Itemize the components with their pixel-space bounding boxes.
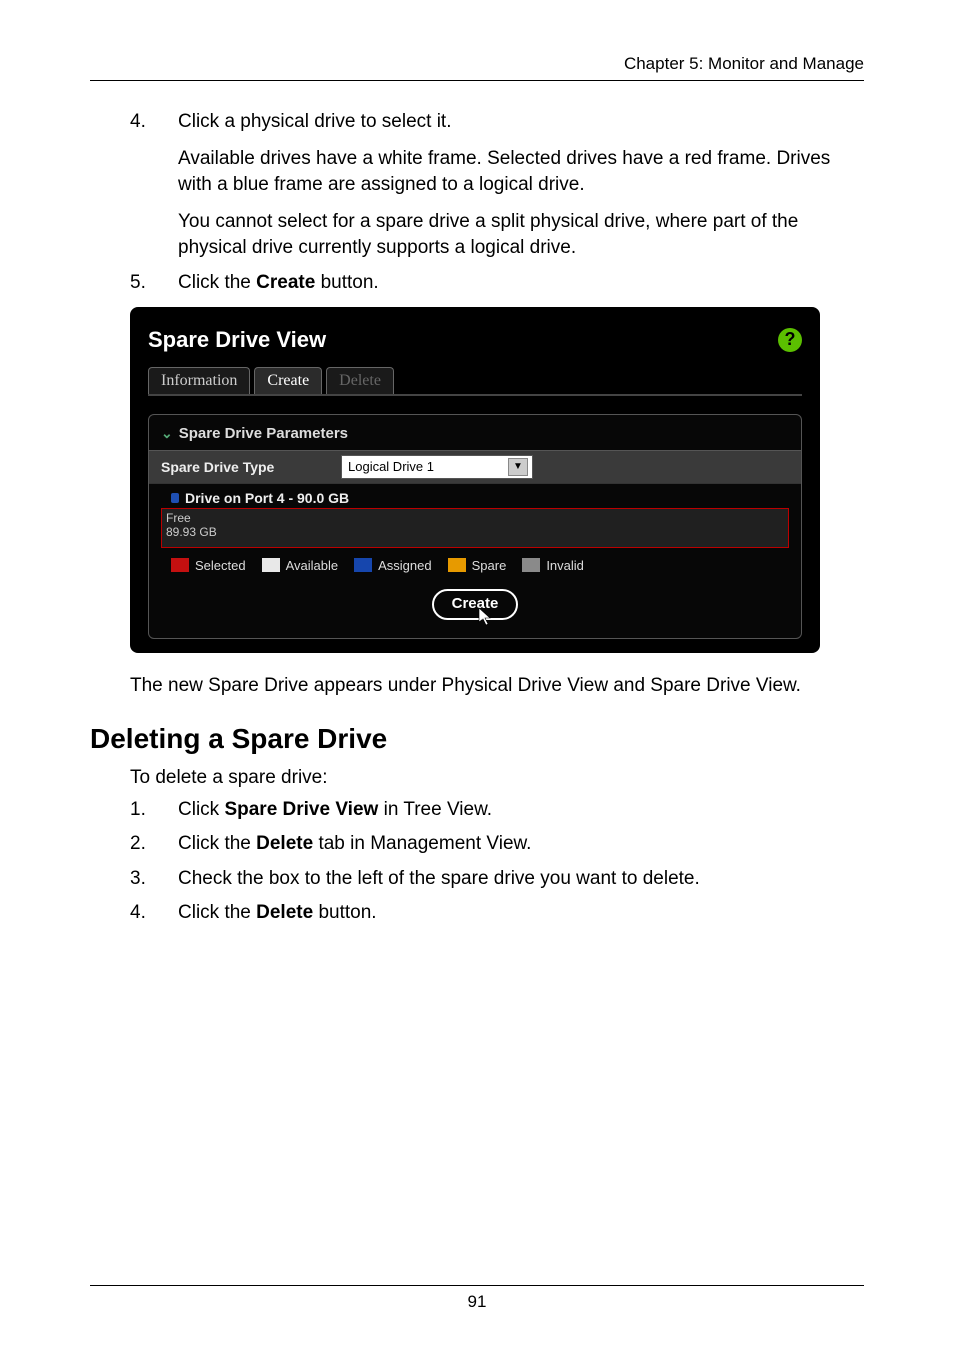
- header-rule: [90, 80, 864, 81]
- step-text: Available drives have a white frame. Sel…: [178, 146, 864, 199]
- legend-available: Available: [262, 558, 339, 573]
- step-number: 1.: [130, 797, 154, 824]
- drive-icon: [171, 493, 179, 503]
- create-button[interactable]: Create: [432, 589, 519, 620]
- step-b-1: 1. Click Spare Drive View in Tree View.: [130, 797, 864, 824]
- step-text: Check the box to the left of the spare d…: [178, 866, 700, 893]
- legend: Selected Available Assigned Spare Invali…: [149, 548, 801, 573]
- swatch-selected: [171, 558, 189, 572]
- step-list-a: 4. Click a physical drive to select it. …: [130, 109, 864, 297]
- drive-port-label: Drive on Port 4 - 90.0 GB: [185, 490, 349, 506]
- spare-drive-type-select[interactable]: Logical Drive 1 ▼: [341, 455, 533, 479]
- swatch-invalid: [522, 558, 540, 572]
- spare-drive-view-screenshot: Spare Drive View ? Information Create De…: [130, 307, 820, 653]
- free-line1: Free: [166, 511, 784, 525]
- panel-heading-label: Spare Drive Parameters: [179, 425, 348, 442]
- caption-text: The new Spare Drive appears under Physic…: [130, 675, 864, 697]
- view-title: Spare Drive View: [148, 327, 326, 353]
- legend-selected: Selected: [171, 558, 246, 573]
- legend-spare: Spare: [448, 558, 507, 573]
- chevron-down-icon: ⌄: [161, 425, 173, 442]
- step-number: 4.: [130, 900, 154, 927]
- drive-port-caption: Drive on Port 4 - 90.0 GB: [149, 484, 801, 506]
- step-a-5: 5. Click the Create button.: [130, 270, 864, 297]
- free-line2: 89.93 GB: [166, 525, 784, 539]
- tabstrip: Information Create Delete: [148, 367, 802, 396]
- legend-label: Available: [286, 558, 339, 573]
- step-text: Click a physical drive to select it.: [178, 109, 864, 136]
- swatch-assigned: [354, 558, 372, 572]
- step-b-2: 2. Click the Delete tab in Management Vi…: [130, 831, 864, 858]
- step-number: 3.: [130, 866, 154, 893]
- step-text: Click the Create button.: [178, 270, 379, 297]
- step-a-4: 4. Click a physical drive to select it. …: [130, 109, 864, 262]
- legend-label: Selected: [195, 558, 246, 573]
- help-icon[interactable]: ?: [778, 328, 802, 352]
- cursor-icon: [478, 607, 494, 627]
- section-heading: Deleting a Spare Drive: [90, 723, 864, 755]
- step-list-b: 1. Click Spare Drive View in Tree View. …: [130, 797, 864, 927]
- tab-delete: Delete: [326, 367, 394, 394]
- footer-rule: [90, 1285, 864, 1286]
- step-b-3: 3. Check the box to the left of the spar…: [130, 866, 864, 893]
- step-text: You cannot select for a spare drive a sp…: [178, 209, 864, 262]
- legend-invalid: Invalid: [522, 558, 584, 573]
- tab-information[interactable]: Information: [148, 367, 250, 394]
- step-number: 5.: [130, 270, 154, 297]
- drive-free-block[interactable]: Free 89.93 GB: [161, 508, 789, 548]
- step-text: Click Spare Drive View in Tree View.: [178, 797, 492, 824]
- dropdown-arrow-icon[interactable]: ▼: [508, 458, 528, 476]
- delete-intro: To delete a spare drive:: [130, 767, 864, 789]
- swatch-spare: [448, 558, 466, 572]
- parameters-panel: ⌄ Spare Drive Parameters Spare Drive Typ…: [148, 414, 802, 639]
- step-text: Click the Delete button.: [178, 900, 377, 927]
- step-number: 2.: [130, 831, 154, 858]
- legend-assigned: Assigned: [354, 558, 431, 573]
- step-number: 4.: [130, 109, 154, 262]
- tab-create[interactable]: Create: [254, 367, 322, 394]
- param-label: Spare Drive Type: [161, 459, 341, 475]
- legend-label: Invalid: [546, 558, 584, 573]
- page-number: 91: [90, 1292, 864, 1312]
- step-text: Click the Delete tab in Management View.: [178, 831, 531, 858]
- step-b-4: 4. Click the Delete button.: [130, 900, 864, 927]
- param-row: Spare Drive Type Logical Drive 1 ▼: [149, 450, 801, 484]
- legend-label: Assigned: [378, 558, 431, 573]
- combo-value: Logical Drive 1: [348, 459, 434, 474]
- running-head: Chapter 5: Monitor and Manage: [90, 54, 864, 74]
- swatch-available: [262, 558, 280, 572]
- panel-heading: ⌄ Spare Drive Parameters: [149, 425, 801, 450]
- legend-label: Spare: [472, 558, 507, 573]
